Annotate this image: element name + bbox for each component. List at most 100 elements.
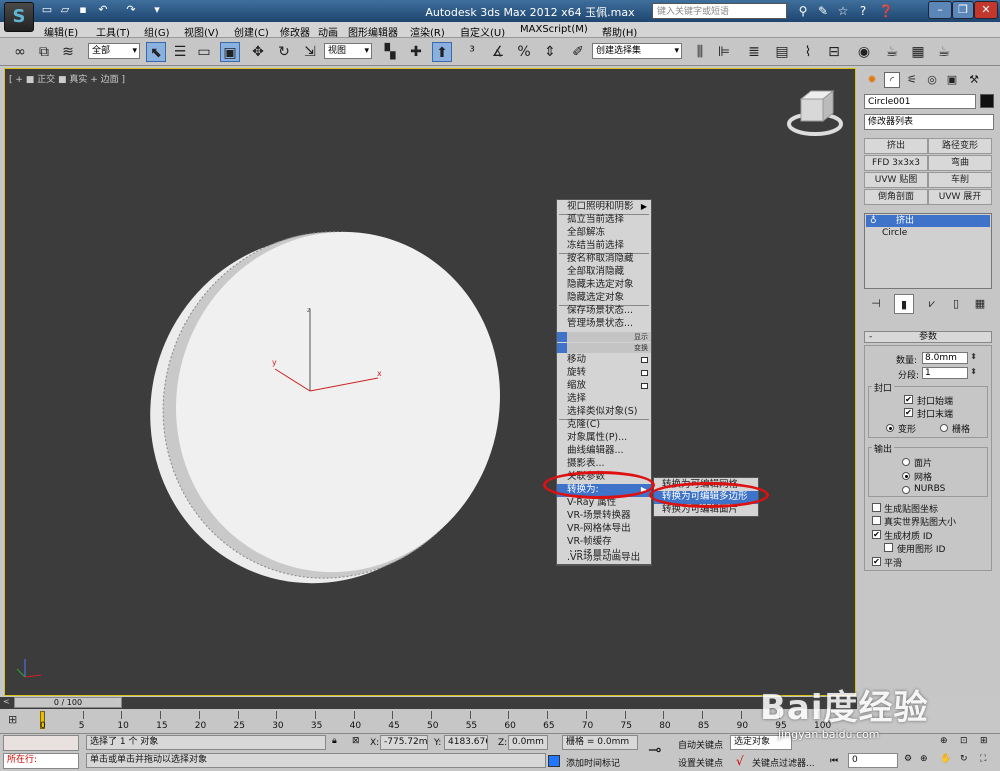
keyboard-shortcut-toggle-icon[interactable]: ⬆ xyxy=(432,42,452,62)
track-bar[interactable]: ⊞ 0 5 10 15 20 25 30 35 40 45 50 55 60 65 70 75 80 85 90 95… xyxy=(0,709,857,733)
move-icon[interactable]: ✥ xyxy=(248,42,268,62)
close-button[interactable]: ✕ xyxy=(974,1,998,19)
menu-rendering[interactable]: 渲染(R) xyxy=(410,24,445,39)
gen-mat-id-checkbox[interactable]: ✔ xyxy=(872,530,881,539)
search-input[interactable]: 键入关键字或短语 xyxy=(652,3,787,19)
smooth-checkbox[interactable]: ✔ xyxy=(872,557,881,566)
ctx-move[interactable]: 移动 xyxy=(557,354,651,367)
edit-named-selection-icon[interactable]: ✐ xyxy=(568,42,588,62)
auto-key-button[interactable]: 自动关键点 xyxy=(678,738,723,751)
cap-start-checkbox[interactable]: ✔ xyxy=(904,395,913,404)
render-production-icon[interactable]: ☕ xyxy=(934,42,954,62)
menu-graph-editors[interactable]: 图形编辑器 xyxy=(348,24,398,39)
zoom-icon[interactable]: ⊕ xyxy=(920,754,928,764)
curve-editor-icon[interactable]: ⌇ xyxy=(798,42,818,62)
amount-spinner[interactable]: 8.0mm xyxy=(922,352,977,364)
add-time-tag[interactable]: 添加时间标记 xyxy=(566,756,620,769)
modifier-btn-lathe[interactable]: 车削 xyxy=(928,172,992,188)
snap-toggle-icon[interactable]: ³ xyxy=(462,42,482,62)
ribbon-icon[interactable]: ▤ xyxy=(772,42,792,62)
link-icon[interactable]: ∞ xyxy=(10,42,30,62)
maxscript-mini-listener[interactable]: 所在行: xyxy=(3,753,79,769)
time-slider-thumb[interactable]: 0 / 100 xyxy=(14,697,122,708)
modify-tab-icon[interactable]: ◜ xyxy=(884,72,900,88)
ctx-manage-scene-states[interactable]: 管理场景状态... xyxy=(557,318,651,331)
percent-snap-icon[interactable]: % xyxy=(514,42,534,62)
select-by-name-icon[interactable]: ☰ xyxy=(170,42,190,62)
rendered-frame-icon[interactable]: ▦ xyxy=(908,42,928,62)
menu-edit[interactable]: 编辑(E) xyxy=(44,24,78,39)
window-crossing-icon[interactable]: ▣ xyxy=(220,42,240,62)
selection-filter-dropdown[interactable]: 全部 xyxy=(88,43,140,59)
minimize-button[interactable]: – xyxy=(928,1,952,19)
unlink-icon[interactable]: ⧉ xyxy=(34,42,54,62)
rect-selection-icon[interactable]: ▭ xyxy=(194,42,214,62)
ctx-curve-editor[interactable]: 曲线编辑器... xyxy=(557,445,651,458)
mirror-icon[interactable]: ⫼ xyxy=(690,42,710,62)
current-frame-field[interactable]: 0 xyxy=(848,753,898,768)
mini-curve-editor-icon[interactable]: ⊞ xyxy=(8,713,17,726)
lock-selection-icon[interactable]: 🔒︎ xyxy=(332,736,337,746)
rotate-icon[interactable]: ↻ xyxy=(274,42,294,62)
maxscript-listener[interactable] xyxy=(3,735,79,751)
zoom-extents-all-icon[interactable]: ⊞ xyxy=(980,736,988,746)
modifier-btn-extrude[interactable]: 挤出 xyxy=(864,138,928,154)
time-slider[interactable]: < 0 / 100 > xyxy=(0,697,857,709)
ctx-scale[interactable]: 缩放 xyxy=(557,380,651,393)
menu-customize[interactable]: 自定义(U) xyxy=(460,24,505,39)
ctx-isolate-selection[interactable]: 孤立当前选择 xyxy=(557,214,651,227)
stack-item-extrude[interactable]: ♁ 挤出 xyxy=(866,215,990,227)
remove-modifier-icon[interactable]: ▯ xyxy=(946,294,966,314)
named-selection-dropdown[interactable]: 创建选择集 xyxy=(592,43,682,59)
menu-modifiers[interactable]: 修改器 xyxy=(280,24,310,39)
segments-spinner[interactable]: 1 xyxy=(922,367,977,379)
y-coordinate-field[interactable]: 4183.676m xyxy=(444,735,488,750)
favorites-icon[interactable]: ☆ xyxy=(835,3,851,19)
ctx-freeze-selection[interactable]: 冻结当前选择 xyxy=(557,240,651,253)
settings-box-icon[interactable] xyxy=(641,383,648,389)
ctx-vray-scene-anim-export[interactable]: .VR场景动画导出 xyxy=(557,552,651,565)
help-icon[interactable]: ❓ xyxy=(878,3,894,19)
menu-animation[interactable]: 动画 xyxy=(318,24,338,39)
binoculars-icon[interactable]: ⚲ xyxy=(795,3,811,19)
time-tag-icon[interactable] xyxy=(548,755,560,767)
display-tab-icon[interactable]: ▣ xyxy=(944,72,960,88)
motion-tab-icon[interactable]: ◎ xyxy=(924,72,940,88)
modifier-btn-unwrapuvw[interactable]: UVW 展开 xyxy=(928,189,992,205)
grid-radio[interactable] xyxy=(940,424,948,432)
lightbulb-icon[interactable]: ♁ xyxy=(870,215,877,227)
select-manipulate-icon[interactable]: ✚ xyxy=(406,42,426,62)
modifier-btn-bend[interactable]: 弯曲 xyxy=(928,155,992,171)
make-unique-icon[interactable]: ⩗ xyxy=(922,294,942,314)
spinner-snap-icon[interactable]: ⇕ xyxy=(540,42,560,62)
settings-box-icon[interactable] xyxy=(641,370,648,376)
menu-help[interactable]: 帮助(H) xyxy=(602,24,637,39)
hierarchy-tab-icon[interactable]: ⚟ xyxy=(904,72,920,88)
morph-radio[interactable] xyxy=(886,424,894,432)
reference-coordinate-dropdown[interactable]: 视图 xyxy=(324,43,372,59)
next-frame-icon[interactable]: > xyxy=(114,697,121,706)
maximize-viewport-icon[interactable]: ⛶ xyxy=(980,754,986,764)
maximize-button[interactable]: ❐ xyxy=(952,1,974,19)
info-icon[interactable]: ? xyxy=(855,3,871,19)
utilities-tab-icon[interactable]: ⚒ xyxy=(966,72,982,88)
align-icon[interactable]: ⊫ xyxy=(714,42,734,62)
modifier-list-dropdown[interactable]: 修改器列表 xyxy=(864,114,994,130)
stack-item-circle[interactable]: Circle xyxy=(866,227,990,239)
ctx-object-properties[interactable]: 对象属性(P)... xyxy=(557,432,651,445)
viewcube[interactable] xyxy=(787,89,843,136)
real-world-checkbox[interactable] xyxy=(872,516,881,525)
angle-snap-icon[interactable]: ∡ xyxy=(488,42,508,62)
ctx-save-scene-state[interactable]: 保存场景状态... xyxy=(557,305,651,318)
modifier-stack[interactable]: ♁ 挤出 Circle xyxy=(864,213,992,289)
ctx-dope-sheet[interactable]: 摄影表... xyxy=(557,458,651,471)
nurbs-radio[interactable] xyxy=(902,486,910,494)
configure-modifier-sets-icon[interactable]: ▦ xyxy=(970,294,990,314)
schematic-view-icon[interactable]: ⊟ xyxy=(824,42,844,62)
object-name-field[interactable]: Circle001 xyxy=(864,94,976,109)
modifier-btn-uvwmap[interactable]: UVW 贴图 xyxy=(864,172,928,188)
x-coordinate-field[interactable]: -775.72mm xyxy=(380,735,428,750)
menu-create[interactable]: 创建(C) xyxy=(234,24,269,39)
bind-spacewarp-icon[interactable]: ≋ xyxy=(58,42,78,62)
ctx-vray-scene-converter[interactable]: VR-场景转换器 xyxy=(557,510,651,523)
